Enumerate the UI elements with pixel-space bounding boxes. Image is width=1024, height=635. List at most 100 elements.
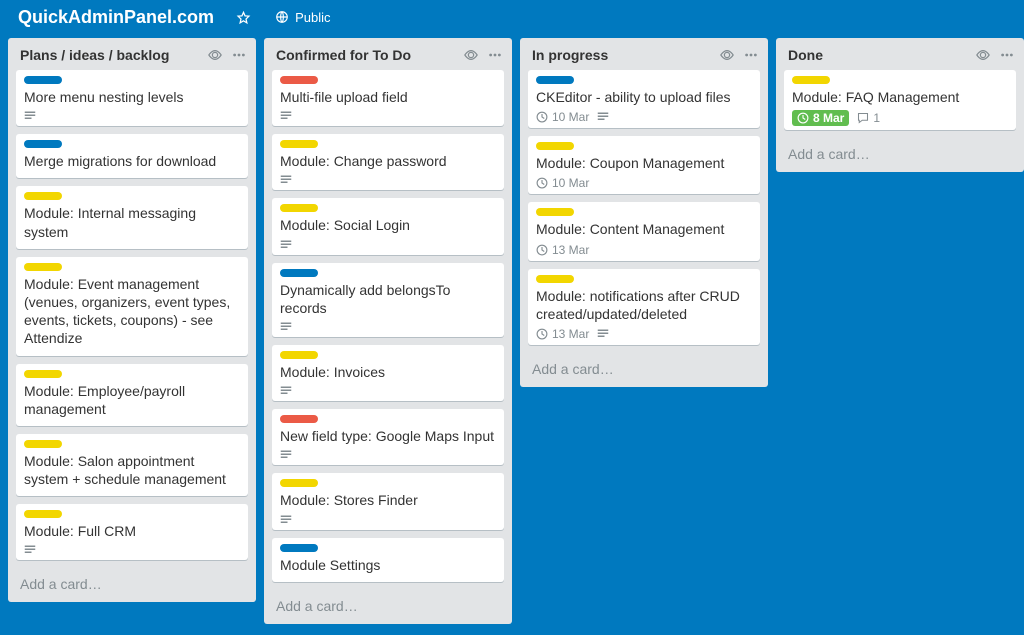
card[interactable]: Module: Salon appointment system + sched… [16,434,248,496]
list-title[interactable]: Confirmed for To Do [276,47,456,63]
card[interactable]: Module: Event management (venues, organi… [16,257,248,356]
list-cards: More menu nesting levels Merge migrations… [8,68,256,568]
label-yellow[interactable] [536,275,574,283]
card-badges: 13 Mar [536,327,752,341]
add-card-button[interactable]: Add a card… [520,353,768,387]
watch-icon[interactable] [206,46,224,64]
label-yellow[interactable] [536,142,574,150]
label-yellow[interactable] [24,510,62,518]
card-badges [280,239,496,251]
add-card-button[interactable]: Add a card… [776,138,1024,172]
list-title[interactable]: Plans / ideas / backlog [20,47,200,63]
card[interactable]: Module: Internal messaging system [16,186,248,248]
list-header: Plans / ideas / backlog [8,38,256,68]
card[interactable]: Multi-file upload field [272,70,504,126]
card-labels [536,275,752,283]
label-blue[interactable] [24,140,62,148]
card[interactable]: CKEditor - ability to upload files10 Mar [528,70,760,128]
star-icon [236,10,251,25]
due-badge: 13 Mar [536,243,589,257]
card-title: Module: Full CRM [24,522,240,540]
card-labels [24,76,240,84]
list-header: In progress [520,38,768,68]
card[interactable]: Module: Employee/payroll management [16,364,248,426]
card-badges [24,110,240,122]
card-title: Module: Invoices [280,363,496,381]
card-badges: 8 Mar1 [792,110,1008,126]
label-yellow[interactable] [792,76,830,84]
label-yellow[interactable] [24,440,62,448]
watch-icon[interactable] [718,46,736,64]
label-yellow[interactable] [280,204,318,212]
list: Confirmed for To Do Multi-file upload fie… [264,38,512,624]
card-title: Module: Salon appointment system + sched… [24,452,240,488]
label-red[interactable] [280,415,318,423]
card[interactable]: Module: notifications after CRUD created… [528,269,760,345]
card-badges [280,174,496,186]
label-blue[interactable] [536,76,574,84]
board-title[interactable]: QuickAdminPanel.com [12,5,220,30]
card-title: CKEditor - ability to upload files [536,88,752,106]
card[interactable]: More menu nesting levels [16,70,248,126]
label-yellow[interactable] [280,351,318,359]
card-title: More menu nesting levels [24,88,240,106]
card[interactable]: Module: Coupon Management10 Mar [528,136,760,194]
label-yellow[interactable] [280,140,318,148]
card[interactable]: Module: Invoices [272,345,504,401]
card[interactable]: Module Settings [272,538,504,582]
description-icon [280,110,292,122]
watch-icon[interactable] [974,46,992,64]
card[interactable]: Dynamically add belongsTo records [272,263,504,337]
card[interactable]: Module: Stores Finder [272,473,504,529]
label-yellow[interactable] [280,479,318,487]
list-title[interactable]: Done [788,47,968,63]
card[interactable]: Module: Content Management13 Mar [528,202,760,260]
list-menu-button[interactable] [742,46,760,64]
add-card-button[interactable]: Add a card… [8,568,256,602]
add-card-button[interactable]: Add a card… [264,590,512,624]
list-cards: Module: FAQ Management 8 Mar1 [776,68,1024,138]
list-title[interactable]: In progress [532,47,712,63]
card[interactable]: Merge migrations for download [16,134,248,178]
card-labels [280,479,496,487]
label-red[interactable] [280,76,318,84]
card[interactable]: New field type: Google Maps Input [272,409,504,465]
card-title: Module: FAQ Management [792,88,1008,106]
label-blue[interactable] [24,76,62,84]
label-blue[interactable] [280,544,318,552]
description-icon [280,321,292,333]
board-lists: Plans / ideas / backlog More menu nesting… [0,38,1024,624]
list-menu-button[interactable] [230,46,248,64]
card-title: Module: Employee/payroll management [24,382,240,418]
label-yellow[interactable] [24,263,62,271]
card-title: Dynamically add belongsTo records [280,281,496,317]
description-icon [24,544,36,556]
card-title: Module Settings [280,556,496,574]
list-cards: CKEditor - ability to upload files10 Mar… [520,68,768,353]
card[interactable]: Module: FAQ Management 8 Mar1 [784,70,1016,130]
card-title: Module: notifications after CRUD created… [536,287,752,323]
star-button[interactable] [228,6,259,29]
card-badges [280,449,496,461]
card[interactable]: Module: Full CRM [16,504,248,560]
card[interactable]: Module: Social Login [272,198,504,254]
card-labels [24,510,240,518]
list-menu-button[interactable] [486,46,504,64]
card-title: Module: Stores Finder [280,491,496,509]
card-labels [280,544,496,552]
card[interactable]: Module: Change password [272,134,504,190]
due-badge: 13 Mar [536,327,589,341]
label-yellow[interactable] [24,192,62,200]
label-yellow[interactable] [536,208,574,216]
label-yellow[interactable] [24,370,62,378]
card-labels [24,370,240,378]
watch-icon[interactable] [462,46,480,64]
list-header: Done [776,38,1024,68]
card-badges [24,544,240,556]
card-labels [536,76,752,84]
description-icon [24,110,36,122]
label-blue[interactable] [280,269,318,277]
visibility-button[interactable]: Public [267,6,338,29]
list-menu-button[interactable] [998,46,1016,64]
card-labels [536,142,752,150]
